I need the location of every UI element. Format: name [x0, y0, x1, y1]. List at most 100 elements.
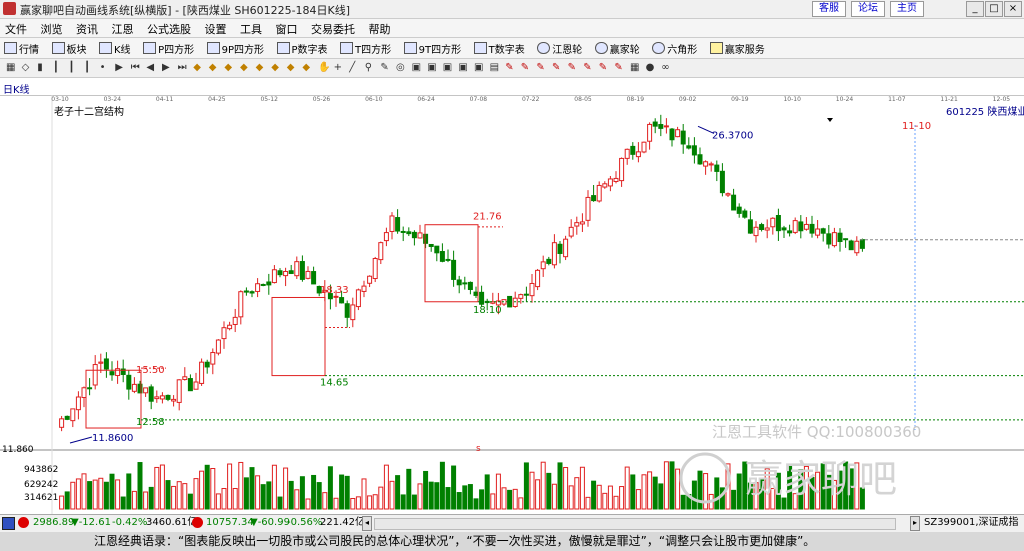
tool-t-table[interactable]: T数字表 [473, 41, 525, 56]
candle-body [249, 291, 255, 294]
tool-kline[interactable]: K线 [99, 41, 131, 56]
grid6-icon[interactable]: ▣ [474, 62, 486, 74]
tool-gann-wheel[interactable]: 江恩轮 [537, 41, 582, 56]
hand-icon[interactable]: ✋ [318, 62, 330, 74]
volume-axis-label: 314621 [24, 493, 58, 503]
dot-icon[interactable]: • [100, 62, 112, 74]
candle-body [781, 227, 787, 231]
zoom-icon[interactable]: ⚲ [365, 62, 377, 74]
scroll-right-icon[interactable]: ▸ [910, 516, 920, 531]
car-icon[interactable]: ▤ [490, 62, 502, 74]
candle-body [299, 261, 305, 280]
period-label: 日K线 [3, 85, 30, 96]
diamond2-icon[interactable]: ◆ [209, 62, 221, 74]
volume-bar [630, 474, 636, 510]
tool-hexagon[interactable]: 六角形 [652, 41, 697, 56]
pen5-icon[interactable]: ✎ [552, 62, 564, 74]
candle-body [109, 371, 115, 376]
menu-news[interactable]: 资讯 [71, 19, 103, 39]
table-icon[interactable]: ▦ [630, 62, 642, 74]
tool-t-square[interactable]: T四方形 [340, 41, 391, 56]
menu-formula[interactable]: 公式选股 [142, 19, 196, 39]
volume-bar [243, 477, 249, 510]
diamond4-icon[interactable]: ◆ [240, 62, 252, 74]
menu-gann[interactable]: 江恩 [107, 19, 139, 39]
tool-9t-square[interactable]: 9T四方形 [403, 41, 461, 56]
candle-body [294, 261, 300, 277]
volume-bar [428, 481, 434, 510]
candle-body [333, 295, 339, 298]
tool-p-table[interactable]: P数字表 [276, 41, 328, 56]
candle3-icon[interactable]: ┃ [84, 62, 96, 74]
quote-icon [4, 42, 17, 54]
last-icon[interactable]: ⏭ [178, 62, 190, 74]
tool-winner-wheel[interactable]: 赢家轮 [594, 41, 640, 56]
tool-9p-square[interactable]: 9P四方形 [206, 41, 264, 56]
pen4-icon[interactable]: ✎ [536, 62, 548, 74]
pen-icon[interactable]: ✎ [380, 62, 392, 74]
diamond6-icon[interactable]: ◆ [271, 62, 283, 74]
grid2-icon[interactable]: ▣ [412, 62, 424, 74]
link-home[interactable]: 主页 [890, 1, 924, 17]
menu-browse[interactable]: 浏览 [36, 19, 68, 39]
bar-icon[interactable]: ▮ [37, 62, 49, 74]
candle-body [165, 394, 171, 400]
pen3-icon[interactable]: ✎ [521, 62, 533, 74]
kline-chart[interactable]: 03-10 03-24 04-11 04-25 05-12 05-26 06-10 06-24… [0, 95, 1024, 514]
time-axis-label: 07-08 [470, 96, 488, 103]
close-icon[interactable]: × [1004, 1, 1022, 17]
grid-icon[interactable]: ▦ [6, 62, 18, 74]
title-bar: 赢家聊吧自动画线系统[纵横版] - [陕西煤业 SH601225-184日K线]… [0, 0, 1024, 19]
candle-body [389, 215, 395, 232]
candle-body [372, 258, 378, 280]
link-customer-service[interactable]: 客服 [812, 1, 846, 17]
scroll-left-icon[interactable]: ◂ [362, 516, 372, 531]
menu-settings[interactable]: 设置 [200, 19, 232, 39]
flag-icon[interactable]: ▶ [115, 62, 127, 74]
plus-icon[interactable]: + [334, 62, 346, 74]
diamond3-icon[interactable]: ◆ [224, 62, 236, 74]
candle-body [361, 285, 367, 292]
pen8-icon[interactable]: ✎ [599, 62, 611, 74]
grid4-icon[interactable]: ▣ [443, 62, 455, 74]
menu-tools[interactable]: 工具 [235, 19, 267, 39]
tool-service[interactable]: 赢家服务 [709, 41, 765, 56]
circle-icon[interactable]: ● [646, 62, 658, 74]
candle-body [540, 261, 546, 270]
infinity-icon[interactable]: ∞ [661, 62, 673, 74]
tool-quote[interactable]: 行情 [4, 41, 39, 56]
volume-bar [579, 466, 585, 510]
line-icon[interactable]: ╱ [349, 62, 361, 74]
target-icon[interactable]: ◎ [396, 62, 408, 74]
grid5-icon[interactable]: ▣ [458, 62, 470, 74]
hexagon-icon [652, 42, 666, 54]
diamond-icon[interactable]: ◆ [193, 62, 205, 74]
maximize-icon[interactable]: □ [985, 1, 1003, 17]
diamond7-icon[interactable]: ◆ [287, 62, 299, 74]
grid3-icon[interactable]: ▣ [427, 62, 439, 74]
pen2-icon[interactable]: ✎ [505, 62, 517, 74]
prev-icon[interactable]: ◀ [146, 62, 158, 74]
tool-sector[interactable]: 板块 [51, 41, 87, 56]
link-forum[interactable]: 论坛 [851, 1, 885, 17]
tool-p-square[interactable]: P四方形 [143, 41, 194, 56]
pen9-icon[interactable]: ✎ [614, 62, 626, 74]
menu-window[interactable]: 窗口 [271, 19, 303, 39]
diamond8-icon[interactable]: ◆ [302, 62, 314, 74]
tree-icon[interactable]: ◇ [22, 62, 34, 74]
candle-body [400, 230, 406, 233]
pen7-icon[interactable]: ✎ [583, 62, 595, 74]
status-scrollbar[interactable] [374, 518, 896, 530]
diamond5-icon[interactable]: ◆ [256, 62, 268, 74]
next-icon[interactable]: ▶ [162, 62, 174, 74]
menu-help[interactable]: 帮助 [364, 19, 396, 39]
first-icon[interactable]: ⏮ [131, 62, 143, 74]
volume-bar [148, 486, 154, 510]
candle2-icon[interactable]: ┃ [68, 62, 80, 74]
minimize-icon[interactable]: _ [966, 1, 984, 17]
menu-trade[interactable]: 交易委托 [306, 19, 360, 39]
pen6-icon[interactable]: ✎ [568, 62, 580, 74]
menu-file[interactable]: 文件 [0, 19, 32, 39]
candle-icon[interactable]: ┃ [53, 62, 65, 74]
volume-bar [619, 486, 625, 510]
